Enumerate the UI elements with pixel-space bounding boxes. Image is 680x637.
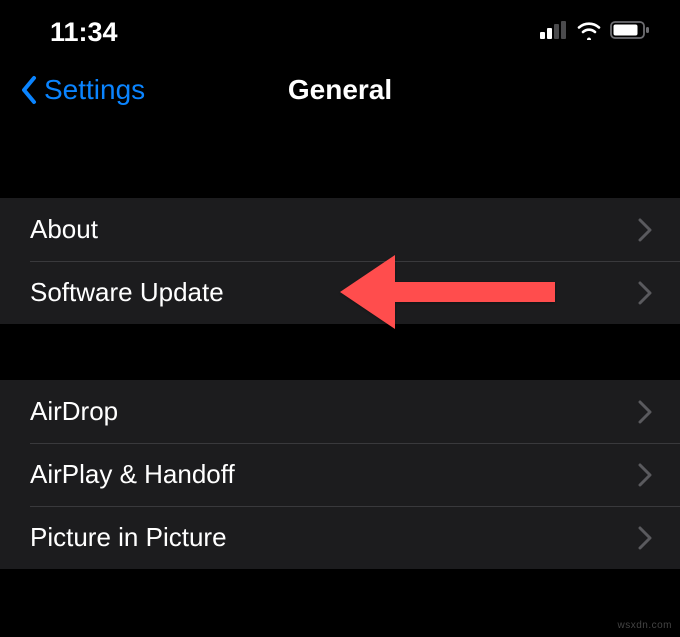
row-label: AirDrop bbox=[30, 396, 118, 427]
chevron-right-icon bbox=[638, 526, 652, 550]
chevron-right-icon bbox=[638, 463, 652, 487]
row-label: Software Update bbox=[30, 277, 224, 308]
row-software-update[interactable]: Software Update bbox=[0, 261, 680, 324]
row-picture-in-picture[interactable]: Picture in Picture bbox=[0, 506, 680, 569]
row-airplay-handoff[interactable]: AirPlay & Handoff bbox=[0, 443, 680, 506]
row-label: Picture in Picture bbox=[30, 522, 227, 553]
back-label: Settings bbox=[44, 74, 145, 106]
wifi-icon bbox=[576, 20, 602, 45]
status-time: 11:34 bbox=[50, 17, 118, 48]
section-spacer bbox=[0, 120, 680, 198]
watermark: wsxdn.com bbox=[617, 620, 672, 631]
status-bar: 11:34 bbox=[0, 0, 680, 60]
row-airdrop[interactable]: AirDrop bbox=[0, 380, 680, 443]
chevron-left-icon bbox=[20, 74, 40, 106]
cellular-icon bbox=[540, 21, 568, 44]
chevron-right-icon bbox=[638, 281, 652, 305]
list-group-features: AirDrop AirPlay & Handoff Picture in Pic… bbox=[0, 380, 680, 569]
page-title: General bbox=[288, 74, 392, 106]
status-icons bbox=[540, 20, 650, 45]
nav-bar: Settings General bbox=[0, 60, 680, 120]
chevron-right-icon bbox=[638, 400, 652, 424]
back-button[interactable]: Settings bbox=[20, 74, 145, 106]
battery-icon bbox=[610, 20, 650, 45]
row-about[interactable]: About bbox=[0, 198, 680, 261]
row-label: About bbox=[30, 214, 98, 245]
row-label: AirPlay & Handoff bbox=[30, 459, 235, 490]
list-group-system: About Software Update bbox=[0, 198, 680, 324]
section-spacer bbox=[0, 324, 680, 380]
chevron-right-icon bbox=[638, 218, 652, 242]
